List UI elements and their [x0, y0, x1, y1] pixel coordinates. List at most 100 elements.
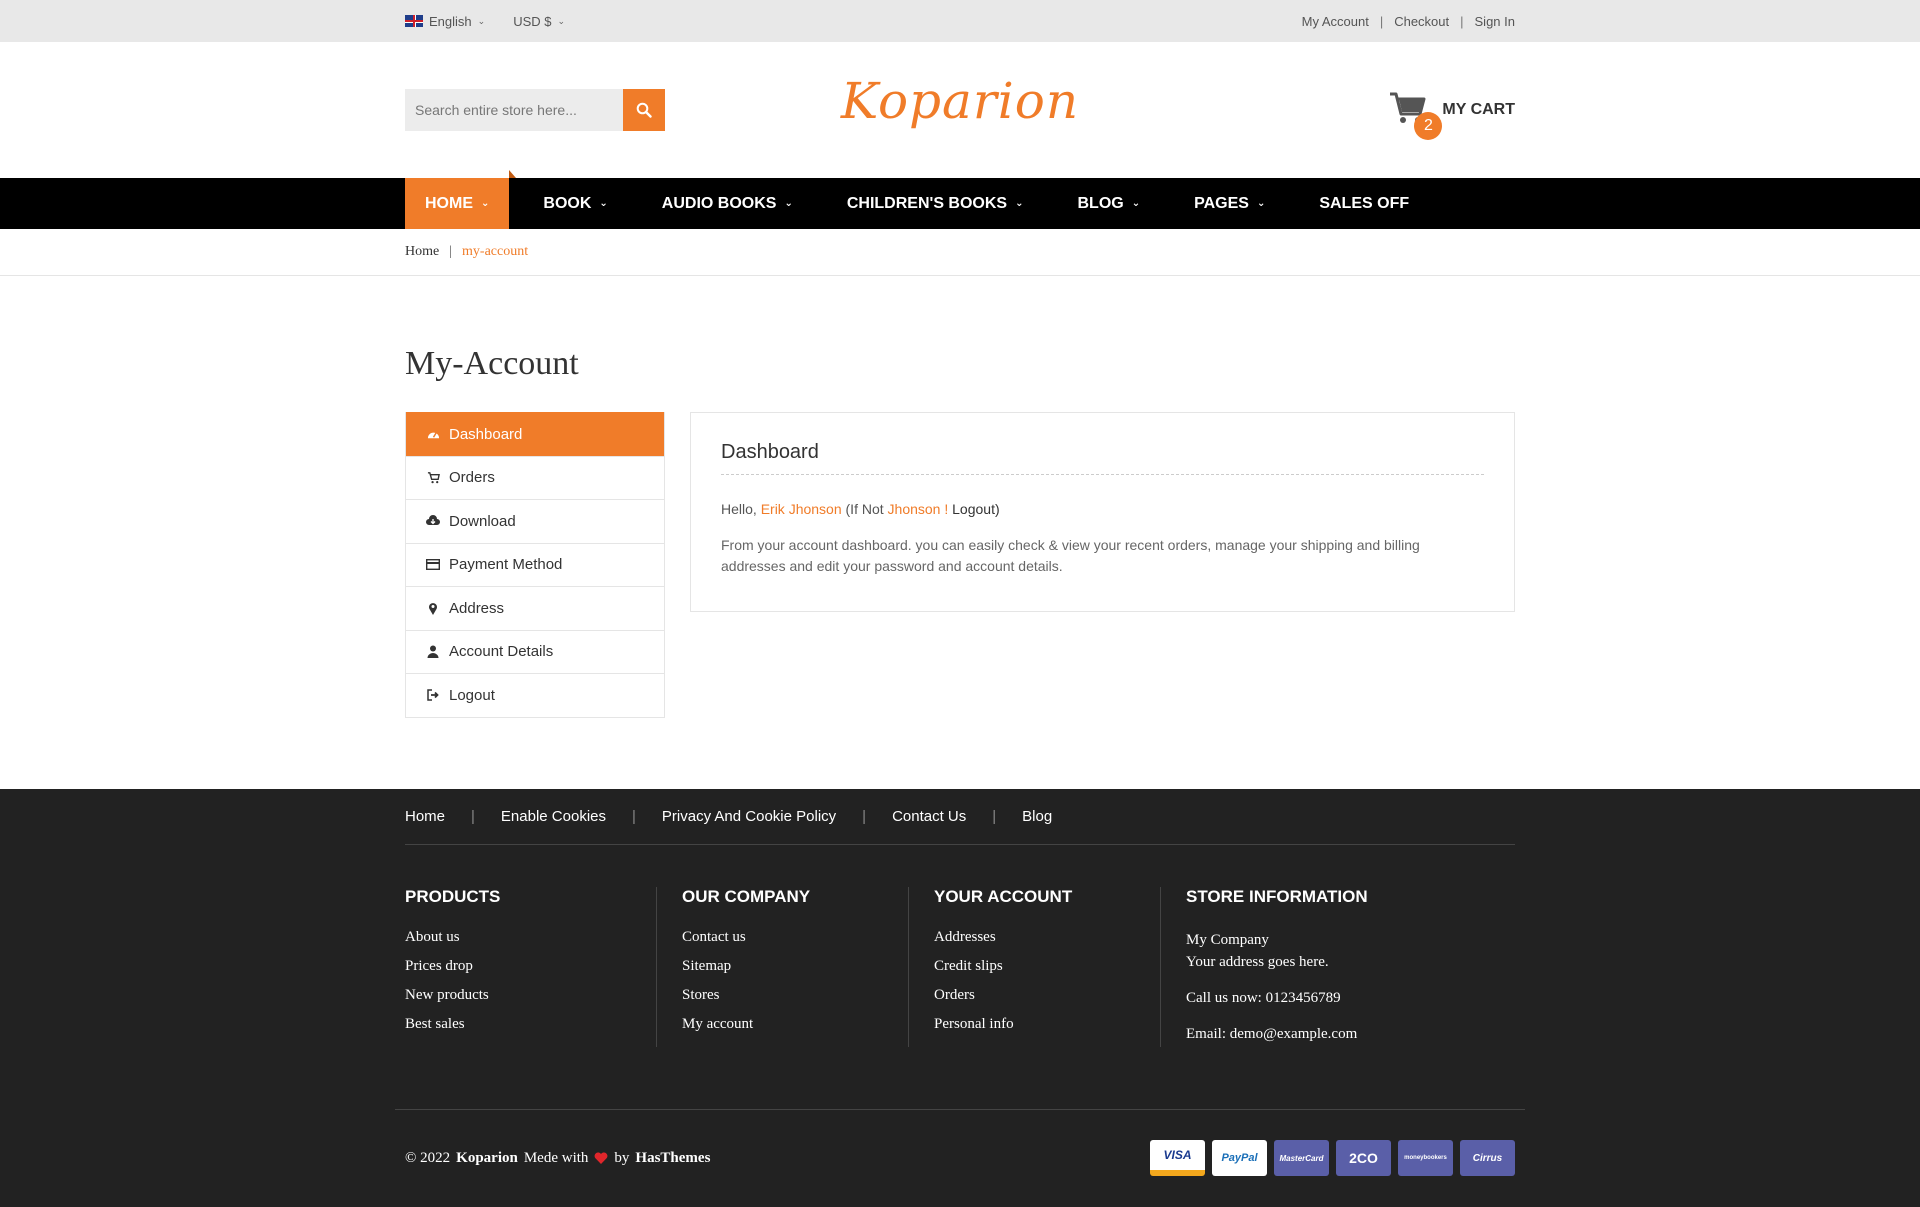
- chevron-down-icon: ⌄: [477, 15, 486, 26]
- breadcrumb-current: my-account: [462, 244, 529, 259]
- nav-item-label: CHILDREN'S BOOKS: [846, 194, 1008, 212]
- divider: |: [632, 808, 636, 825]
- menu-item-label: Orders: [449, 469, 495, 487]
- heart-icon: [594, 1152, 608, 1164]
- breadcrumb-home[interactable]: Home: [405, 244, 439, 260]
- sign-in-link[interactable]: Sign In: [1475, 14, 1515, 29]
- search-button[interactable]: [623, 89, 665, 131]
- footer-link[interactable]: Stores: [682, 987, 908, 1004]
- footer-link[interactable]: My account: [682, 1016, 908, 1033]
- store-email: Email: demo@example.com: [1186, 1026, 1358, 1042]
- footer-link-blog[interactable]: Blog: [1022, 808, 1052, 825]
- footer-column-company: OUR COMPANY Contact us Sitemap Stores My…: [657, 887, 909, 1047]
- divider: |: [992, 808, 997, 825]
- footer-link[interactable]: New products: [405, 987, 656, 1004]
- search-input[interactable]: [405, 89, 623, 131]
- cart-button[interactable]: 2 MY CART: [1388, 90, 1515, 140]
- footer-link[interactable]: Best sales: [405, 1016, 656, 1033]
- chevron-down-icon: ⌄: [1015, 198, 1024, 209]
- copyright-year: © 2022: [405, 1149, 451, 1166]
- footer-bottom: © 2022 Koparion Mede with by HasThemes V…: [395, 1109, 1525, 1206]
- menu-item-download[interactable]: Download: [406, 499, 664, 543]
- currency-selector[interactable]: USD $ ⌄: [513, 14, 565, 29]
- paypal-icon: PayPal: [1212, 1140, 1267, 1176]
- dashboard-icon: [426, 427, 440, 441]
- menu-item-payment-method[interactable]: Payment Method: [406, 542, 664, 587]
- nav-item-childrens-books[interactable]: CHILDREN'S BOOKS ⌄: [827, 178, 1044, 229]
- nav-item-home[interactable]: HOME ⌄: [405, 170, 517, 229]
- footer-link[interactable]: About us: [405, 929, 656, 946]
- payment-methods: VISA PayPal MasterCard 2CO moneybookers …: [1150, 1140, 1515, 1176]
- footer-link-contact[interactable]: Contact Us: [892, 808, 966, 825]
- menu-item-logout[interactable]: Logout: [406, 673, 664, 717]
- footer-link-enable-cookies[interactable]: Enable Cookies: [501, 808, 606, 825]
- store-company: My Company: [1186, 932, 1269, 948]
- my-account-link[interactable]: My Account: [1302, 14, 1369, 29]
- footer-links: Home | Enable Cookies | Privacy And Cook…: [405, 789, 1515, 845]
- user-name-link[interactable]: Erik Jhonson: [761, 501, 842, 517]
- search-icon: [636, 102, 652, 118]
- copyright-author[interactable]: HasThemes: [635, 1150, 710, 1167]
- footer-column-title: PRODUCTS: [405, 887, 501, 906]
- chevron-down-icon: ⌄: [599, 198, 608, 209]
- user-short-name-link[interactable]: Jhonson !: [888, 501, 949, 517]
- nav-item-book[interactable]: BOOK ⌄: [523, 178, 627, 229]
- cart-icon: 2: [1388, 90, 1443, 140]
- menu-item-dashboard[interactable]: Dashboard: [406, 412, 664, 456]
- currency-label: USD $: [513, 13, 552, 29]
- nav-item-pages[interactable]: PAGES ⌄: [1174, 178, 1285, 229]
- footer-link[interactable]: Prices drop: [405, 958, 656, 975]
- footer-link-privacy[interactable]: Privacy And Cookie Policy: [662, 808, 836, 825]
- site-logo[interactable]: Koparion: [841, 72, 1079, 130]
- nav-item-label: BLOG: [1077, 194, 1124, 212]
- dashboard-panel: Dashboard Hello, Erik Jhonson (If Not Jh…: [690, 412, 1515, 612]
- checkout-link[interactable]: Checkout: [1394, 14, 1449, 29]
- divider: |: [449, 244, 453, 259]
- nav-item-audio-books[interactable]: AUDIO BOOKS ⌄: [642, 178, 813, 229]
- nav-item-label: SALES OFF: [1319, 194, 1410, 212]
- chevron-down-icon: ⌄: [1256, 198, 1266, 209]
- uk-flag-icon: [405, 15, 423, 27]
- dashboard-title: Dashboard: [721, 441, 1484, 475]
- footer-link[interactable]: Credit slips: [934, 958, 1160, 975]
- dashboard-description: From your account dashboard. you can eas…: [721, 537, 1420, 574]
- cart-icon: [426, 471, 440, 485]
- menu-item-label: Payment Method: [449, 556, 563, 574]
- chevron-down-icon: ⌄: [784, 198, 793, 209]
- menu-item-address[interactable]: Address: [406, 586, 664, 630]
- menu-item-account-details[interactable]: Account Details: [406, 629, 664, 674]
- main-content: My-Account Dashboard Orders Download Pay…: [405, 345, 1515, 718]
- footer-link[interactable]: Sitemap: [682, 958, 908, 975]
- moneybookers-icon: moneybookers: [1398, 1140, 1453, 1176]
- logout-icon: [426, 688, 440, 702]
- nav-item-label: AUDIO BOOKS: [661, 194, 777, 212]
- greeting: Hello, Erik Jhonson (If Not Jhonson ! Lo…: [721, 501, 1484, 517]
- footer-column-products: PRODUCTS About us Prices drop New produc…: [405, 887, 657, 1047]
- nav-item-label: HOME: [425, 194, 473, 212]
- menu-item-label: Dashboard: [449, 425, 523, 443]
- copyright: © 2022 Koparion Mede with by HasThemes: [405, 1150, 710, 1167]
- nav-item-sales-off[interactable]: SALES OFF: [1299, 178, 1429, 229]
- footer-link[interactable]: Contact us: [682, 929, 908, 946]
- menu-item-orders[interactable]: Orders: [406, 455, 664, 500]
- divider: |: [471, 808, 475, 825]
- cirrus-icon: Cirrus: [1460, 1140, 1515, 1176]
- top-bar: English ⌄ USD $ ⌄ My Account | Checkout …: [0, 0, 1920, 42]
- nav-item-blog[interactable]: BLOG ⌄: [1058, 178, 1161, 229]
- cloud-download-icon: [426, 514, 440, 528]
- nav-item-label: BOOK: [543, 194, 592, 212]
- visa-icon: VISA: [1150, 1140, 1205, 1176]
- chevron-down-icon: ⌄: [557, 15, 566, 26]
- greeting-if-not: (If Not: [845, 501, 884, 517]
- logout-link[interactable]: Logout: [952, 501, 995, 517]
- 2co-icon: 2CO: [1336, 1140, 1391, 1176]
- language-label: English: [429, 13, 472, 29]
- footer-link[interactable]: Orders: [934, 987, 1160, 1004]
- footer-link-home[interactable]: Home: [405, 808, 445, 825]
- site-header: Koparion 2 MY CART: [0, 42, 1920, 178]
- footer-link[interactable]: Personal info: [934, 1016, 1160, 1033]
- mastercard-icon: MasterCard: [1274, 1140, 1329, 1176]
- footer-link[interactable]: Addresses: [934, 929, 1160, 946]
- language-selector[interactable]: English ⌄: [405, 14, 485, 29]
- cart-count-badge: 2: [1414, 112, 1443, 140]
